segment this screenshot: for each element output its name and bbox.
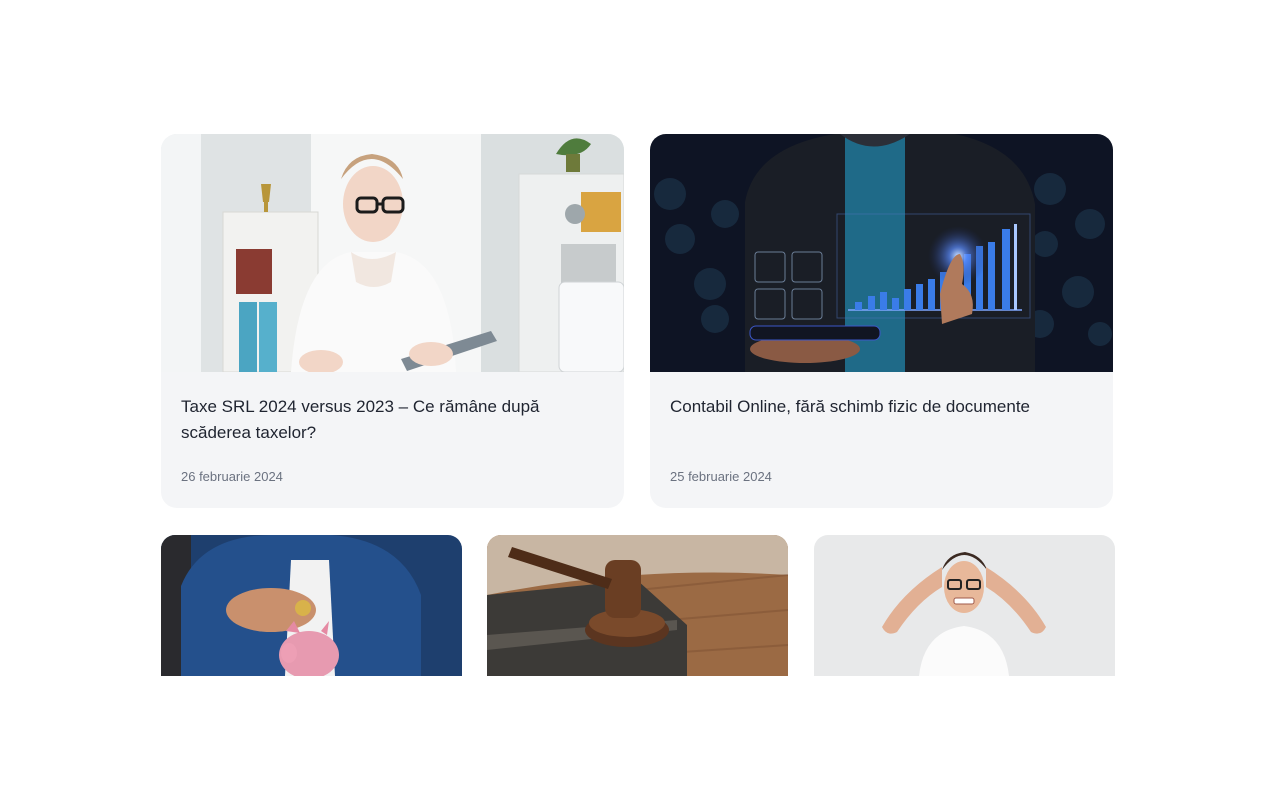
post-image-piggy-bank[interactable] bbox=[161, 535, 462, 676]
post-card-contabil-online[interactable]: Contabil Online, fără schimb fizic de do… bbox=[650, 134, 1113, 508]
post-card-taxe-srl[interactable]: Taxe SRL 2024 versus 2023 – Ce rămâne du… bbox=[161, 134, 624, 508]
post-date: 25 februarie 2024 bbox=[670, 469, 772, 484]
post-title[interactable]: Taxe SRL 2024 versus 2023 – Ce rămâne du… bbox=[181, 394, 604, 446]
post-date: 26 februarie 2024 bbox=[181, 469, 283, 484]
post-image-woman-with-tablet[interactable] bbox=[161, 134, 624, 372]
post-image-growth-chart-hologram[interactable] bbox=[650, 134, 1113, 372]
post-image-stressed-man[interactable] bbox=[814, 535, 1115, 676]
post-image-judge-gavel[interactable] bbox=[487, 535, 788, 676]
post-title[interactable]: Contabil Online, fără schimb fizic de do… bbox=[670, 394, 1093, 420]
